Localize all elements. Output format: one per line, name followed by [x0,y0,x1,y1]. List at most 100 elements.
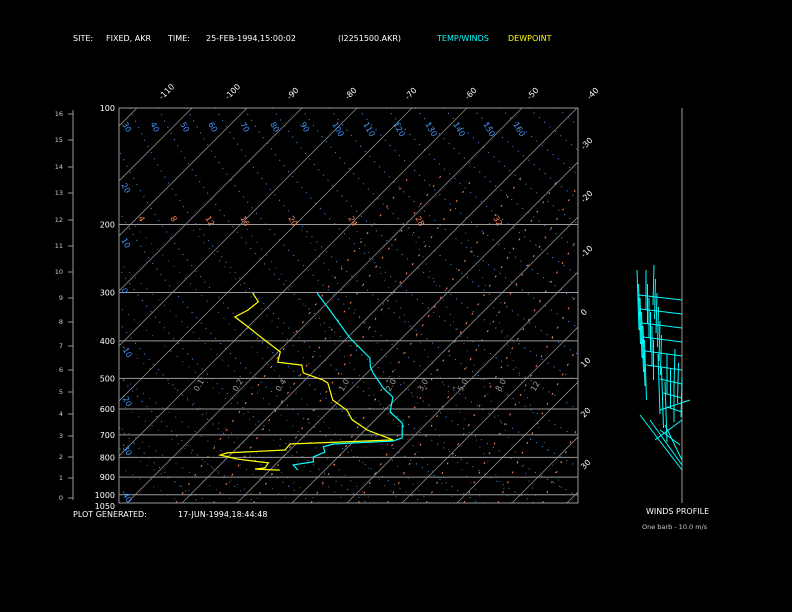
orange-label: 8 [168,215,178,224]
file-name: (I2251500.AKR) [338,34,401,43]
height-label: 16 [55,110,63,118]
height-label: 10 [55,268,63,276]
wind-barb [639,414,683,471]
pressure-label: 1000 [95,491,115,500]
isotherm [401,326,578,503]
moist-adiabat [242,224,458,503]
height-label: 5 [59,388,63,396]
orange-label: 24 [346,215,359,228]
pressure-label: 900 [100,473,115,482]
wind-barb [640,308,683,315]
isotherm-label: -100 [223,82,242,101]
moist-adiabat [119,466,183,503]
isotherm-label: -90 [285,86,301,102]
dry-adiabat [119,426,201,503]
generated-value: 17-JUN-1994,18:44:48 [178,510,267,519]
isotherm [511,436,578,503]
isotherm [0,108,27,503]
height-label: 3 [59,432,63,440]
isotherm-label: -30 [579,136,595,152]
isotherm-label: -50 [525,86,541,102]
height-label: 4 [59,410,63,418]
winds-profile [636,108,691,503]
mixing-ratio-line [542,425,578,503]
dry-adiabat [119,267,368,503]
isotherm-label: -20 [579,189,595,205]
dry-adiabat [186,108,578,468]
wind-barb [646,364,683,371]
dry-adiabat [357,108,578,302]
isotherm [732,108,792,503]
orange-label: 12 [203,215,216,228]
isotherm-label: 10 [579,356,593,370]
dry-adiabat [328,108,578,329]
mixing-ratio-label: 0.4 [274,377,288,393]
moist-adiabat [462,224,568,503]
moist-adiabat [119,261,375,503]
mixing-ratio-label: 12 [529,380,542,393]
isotherm [119,108,413,402]
mixing-ratio-line [497,344,578,503]
axis-labels: 1002003004005006007008009001000105001234… [55,82,601,511]
isotherm [456,381,578,503]
height-label: 15 [55,136,63,144]
pressure-label: 100 [100,104,115,113]
grid [119,223,578,496]
isotherm-label: -110 [157,82,176,101]
isotherm-label: -10 [579,244,595,260]
time-value: 25-FEB-1994,15:00:02 [206,34,296,43]
dry-adiabat [157,108,578,497]
height-label: 7 [59,342,63,350]
height-label: 9 [59,294,63,302]
orange-label: 16 [238,215,251,228]
isotherm [346,271,578,503]
isotherm-label: 30 [579,458,593,472]
dry-adiabat [243,108,578,411]
isotherm-label: -80 [343,86,359,102]
wind-barb [664,424,683,461]
height-label: 13 [55,189,63,197]
site-value: FIXED, AKR [106,34,151,43]
wind-staff [655,292,658,334]
legend-dewpoint: DEWPOINT [508,34,552,43]
mixing-ratio-line [310,175,523,503]
dry-adiabat-label: 110 [361,121,376,139]
dry-adiabat-label: 20 [119,182,132,195]
pressure-label: 600 [100,405,115,414]
orange-label: 20 [286,215,299,228]
dry-adiabat-label: -10 [119,344,133,360]
dry-adiabat-label: 0 [119,287,129,296]
isotherm-label: -70 [403,86,419,102]
isotherm-label: -40 [585,86,601,102]
height-label: 8 [59,318,63,326]
wind-barb [644,350,683,357]
isotherm-label: 20 [579,406,593,420]
wind-barb [654,419,683,441]
generated-label: PLOT GENERATED: [73,510,147,519]
wind-barb [643,336,683,343]
dry-adiabat-label: -40 [119,489,133,505]
dry-adiabat [471,108,578,200]
dry-adiabat-label: 120 [391,121,406,139]
isotherm [119,108,303,292]
pressure-label: 200 [100,220,115,229]
winds-barb-note: One barb - 10.0 m/s [642,523,708,531]
orange-label: 28 [413,215,426,228]
moist-adiabat [119,305,348,503]
dry-adiabat [528,108,578,151]
dry-adiabat-label: -20 [119,393,133,409]
pressure-label: 500 [100,374,115,383]
moist-adiabat [119,343,320,503]
isotherm-label: 0 [579,307,589,317]
moist-adiabat [119,402,265,503]
isotherm [119,108,193,182]
dry-adiabat [300,108,578,355]
moist-adiabat [132,224,403,503]
height-label: 12 [55,216,63,224]
dry-adiabat [271,108,578,383]
dry-adiabat [414,108,578,251]
time-label: TIME: [167,34,190,43]
height-label: 2 [59,453,63,461]
wind-barb [663,392,683,399]
isotherm [566,491,578,503]
